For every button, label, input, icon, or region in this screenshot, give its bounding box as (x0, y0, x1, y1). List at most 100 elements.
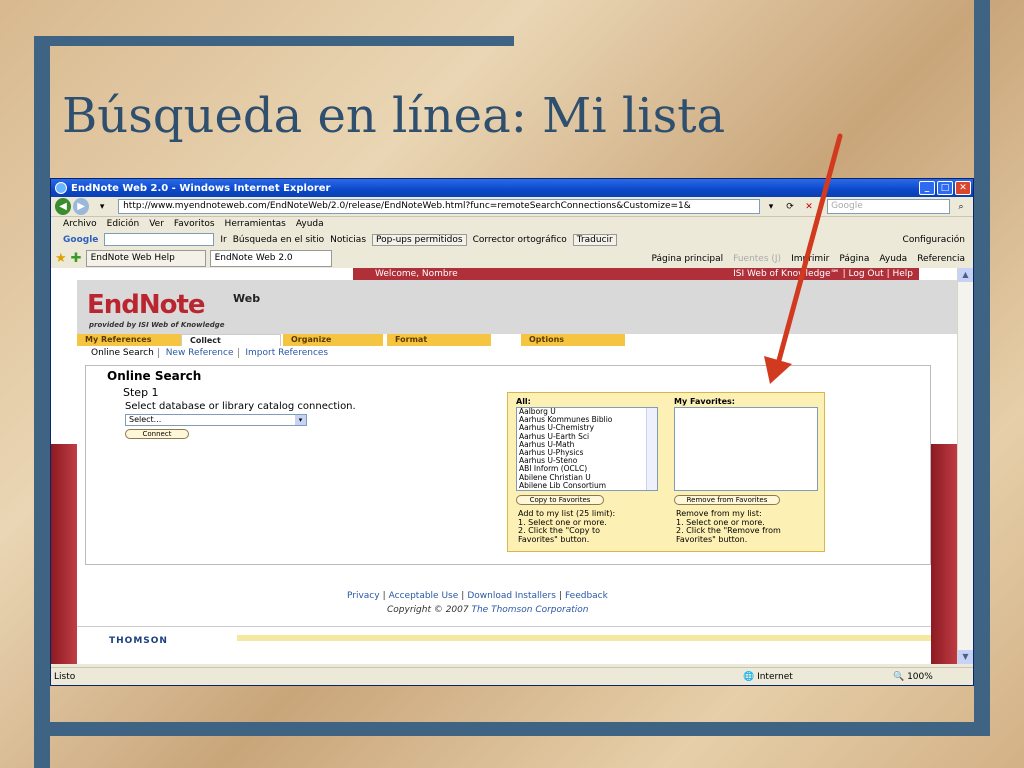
favorites-star-icon[interactable]: ★ (55, 251, 67, 266)
connect-button[interactable]: Connect (125, 429, 189, 439)
slide-frame-left (34, 36, 50, 768)
footer-links: Privacy | Acceptable Use | Download Installe… (347, 591, 608, 601)
settings-button[interactable]: Configuración (903, 235, 965, 245)
privacy-link[interactable]: Privacy (347, 591, 380, 601)
add-instructions: Add to my list (25 limit): 1. Select one… (518, 509, 615, 544)
translate-button[interactable]: Traducir (572, 233, 617, 246)
menu-ayuda[interactable]: Ayuda (296, 219, 324, 229)
maximize-button[interactable]: □ (937, 181, 953, 195)
popups-allowed-button[interactable]: Pop-ups permitidos (372, 233, 467, 246)
my-favorites-label: My Favorites: (674, 397, 735, 406)
copy-to-favorites-button[interactable]: Copy to Favorites (516, 495, 604, 505)
list-item[interactable]: Abilene Lib Consortium (519, 481, 657, 490)
menu-herramientas[interactable]: Herramientas (225, 219, 286, 229)
welcome-bar: Welcome, Nombre ISI Web of Knowledge℠ | … (353, 268, 919, 280)
vertical-scrollbar[interactable]: ▲ ▼ (957, 268, 973, 664)
url-input[interactable]: http://www.myendnoteweb.com/EndNoteWeb/2… (118, 199, 761, 214)
select-instruction: Select database or library catalog conne… (125, 401, 356, 412)
connection-select-value: Select... (129, 415, 162, 424)
feeds-button[interactable]: Fuentes (J) (733, 254, 781, 264)
home-button[interactable]: Página principal (652, 254, 724, 264)
feedback-link[interactable]: Feedback (565, 591, 608, 601)
menu-archivo[interactable]: Archivo (63, 219, 97, 229)
history-dropdown-icon[interactable]: ▾ (94, 199, 110, 214)
menu-favoritos[interactable]: Favoritos (174, 219, 215, 229)
close-button[interactable]: ✕ (955, 181, 971, 195)
tabs-bar: ★ ✚ EndNote Web Help EndNote Web 2.0 Pág… (51, 248, 973, 270)
acceptable-use-link[interactable]: Acceptable Use (389, 591, 459, 601)
connection-select[interactable]: Select... ▾ (125, 414, 307, 426)
online-search-heading: Online Search (107, 369, 202, 383)
scroll-up-icon[interactable]: ▲ (958, 268, 973, 282)
spellcheck-button[interactable]: Corrector ortográfico (473, 235, 567, 245)
sub-tabs: Online Search New Reference Import Refer… (87, 348, 332, 358)
menu-bar: Archivo Edición Ver Favoritos Herramient… (51, 217, 973, 231)
search-icon[interactable]: ⌕ (953, 199, 969, 214)
left-red-band (51, 444, 77, 664)
address-bar: ◀ ▶ ▾ http://www.myendnoteweb.com/EndNot… (51, 197, 973, 217)
add-favorite-icon[interactable]: ✚ (71, 251, 82, 266)
minimize-button[interactable]: _ (919, 181, 935, 195)
title-bar: EndNote Web 2.0 - Windows Internet Explo… (51, 179, 973, 197)
endnote-logo: EndNote (87, 290, 206, 320)
page-button[interactable]: Página (839, 254, 869, 264)
footer-tab-stripe (237, 635, 931, 641)
remove-instructions: Remove from my list: 1. Select one or mo… (676, 509, 781, 544)
search-input[interactable]: Google (827, 199, 951, 214)
top-links[interactable]: ISI Web of Knowledge℠ | Log Out | Help (733, 269, 919, 279)
tab-my-references[interactable]: My References (77, 334, 181, 346)
slide-title: Búsqueda en línea: Mi lista (62, 88, 726, 144)
footer-band (77, 626, 931, 664)
right-red-band (931, 444, 959, 664)
step-heading: Step 1 (123, 386, 159, 399)
all-label: All: (516, 397, 531, 406)
browser-window: EndNote Web 2.0 - Windows Internet Explo… (50, 178, 974, 686)
print-button[interactable]: Imprimir (791, 254, 829, 264)
tab-organize[interactable]: Organize (283, 334, 383, 346)
tab-collect[interactable]: Collect (181, 334, 281, 346)
google-go-button[interactable]: Ir (220, 235, 226, 245)
all-connections-list[interactable]: Aalborg U Aarhus Kommunes Biblio Aarhus … (516, 407, 658, 491)
copyright-corp-link[interactable]: The Thomson Corporation (471, 605, 588, 615)
help-button[interactable]: Ayuda (879, 254, 907, 264)
tab-format[interactable]: Format (387, 334, 491, 346)
stop-icon[interactable]: ✕ (801, 199, 817, 214)
app-tabs: My References Collect Organize Format Op… (77, 334, 947, 346)
url-dropdown-icon[interactable]: ▾ (763, 199, 779, 214)
reference-button[interactable]: Referencia (917, 254, 965, 264)
slide-frame-top (34, 36, 514, 46)
add-instruction-line: Favorites" button. (518, 534, 590, 544)
tab-options[interactable]: Options (521, 334, 625, 346)
subtab-import-references[interactable]: Import References (241, 348, 332, 358)
google-logo: Google (63, 234, 99, 245)
site-search-button[interactable]: Búsqueda en el sitio (233, 235, 324, 245)
menu-ver[interactable]: Ver (149, 219, 164, 229)
download-installers-link[interactable]: Download Installers (467, 591, 556, 601)
news-button[interactable]: Noticias (330, 235, 366, 245)
favorites-editor: All: My Favorites: Aalborg U Aarhus Komm… (507, 392, 825, 552)
zoom-level[interactable]: 🔍 100% (893, 672, 933, 682)
my-favorites-list[interactable] (674, 407, 818, 491)
tab-endnote-web[interactable]: EndNote Web 2.0 (209, 250, 332, 267)
forward-button[interactable]: ▶ (73, 198, 90, 215)
google-search-input[interactable] (104, 233, 215, 246)
subtab-online-search[interactable]: Online Search (87, 348, 159, 358)
internet-zone: 🌐 Internet (743, 671, 793, 682)
remove-from-favorites-button[interactable]: Remove from Favorites (674, 495, 780, 505)
command-bar: Página principal Fuentes (J) Imprimir Pá… (652, 254, 974, 264)
copyright-prefix: Copyright © 2007 (387, 605, 469, 615)
scroll-down-icon[interactable]: ▼ (958, 650, 973, 664)
logo-tagline: provided by ISI Web of Knowledge (89, 321, 225, 329)
refresh-icon[interactable]: ⟳ (782, 199, 798, 214)
endnote-logo-suffix: Web (233, 292, 261, 305)
subtab-new-reference[interactable]: New Reference (161, 348, 239, 358)
back-button[interactable]: ◀ (55, 198, 72, 215)
copyright: Copyright © 2007 The Thomson Corporation (387, 605, 588, 615)
window-title: EndNote Web 2.0 - Windows Internet Explo… (71, 182, 331, 194)
tab-endnote-help[interactable]: EndNote Web Help (85, 250, 206, 267)
welcome-text: Welcome, Nombre (375, 269, 458, 279)
list-scrollbar[interactable] (646, 408, 657, 490)
ie-icon (55, 182, 67, 194)
menu-edicion[interactable]: Edición (107, 219, 140, 229)
status-bar: Listo 🌐 Internet 🔍 100% (51, 667, 973, 685)
